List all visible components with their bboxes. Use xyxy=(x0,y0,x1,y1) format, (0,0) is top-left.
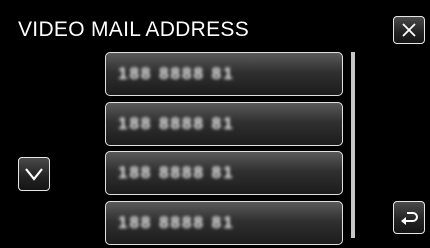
address-text: 188 8888 81 xyxy=(118,213,235,232)
address-text: 188 8888 81 xyxy=(118,163,235,182)
close-icon xyxy=(402,23,416,37)
address-text: 188 8888 81 xyxy=(118,114,235,133)
return-arrow-icon xyxy=(401,211,418,225)
scroll-down-button[interactable] xyxy=(18,157,50,191)
page-title: VIDEO MAIL ADDRESS xyxy=(18,18,250,41)
address-list-item[interactable]: 188 8888 81 xyxy=(105,102,343,146)
address-list-item[interactable]: 188 8888 81 xyxy=(105,151,343,195)
chevron-down-icon xyxy=(25,168,43,181)
address-list-item[interactable]: 188 8888 81 xyxy=(105,52,343,96)
address-text: 188 8888 81 xyxy=(118,64,235,83)
back-button[interactable] xyxy=(393,201,425,234)
scrollbar[interactable] xyxy=(351,52,355,238)
address-list-item[interactable]: 188 8888 81 xyxy=(105,201,343,245)
close-button[interactable] xyxy=(393,16,425,44)
